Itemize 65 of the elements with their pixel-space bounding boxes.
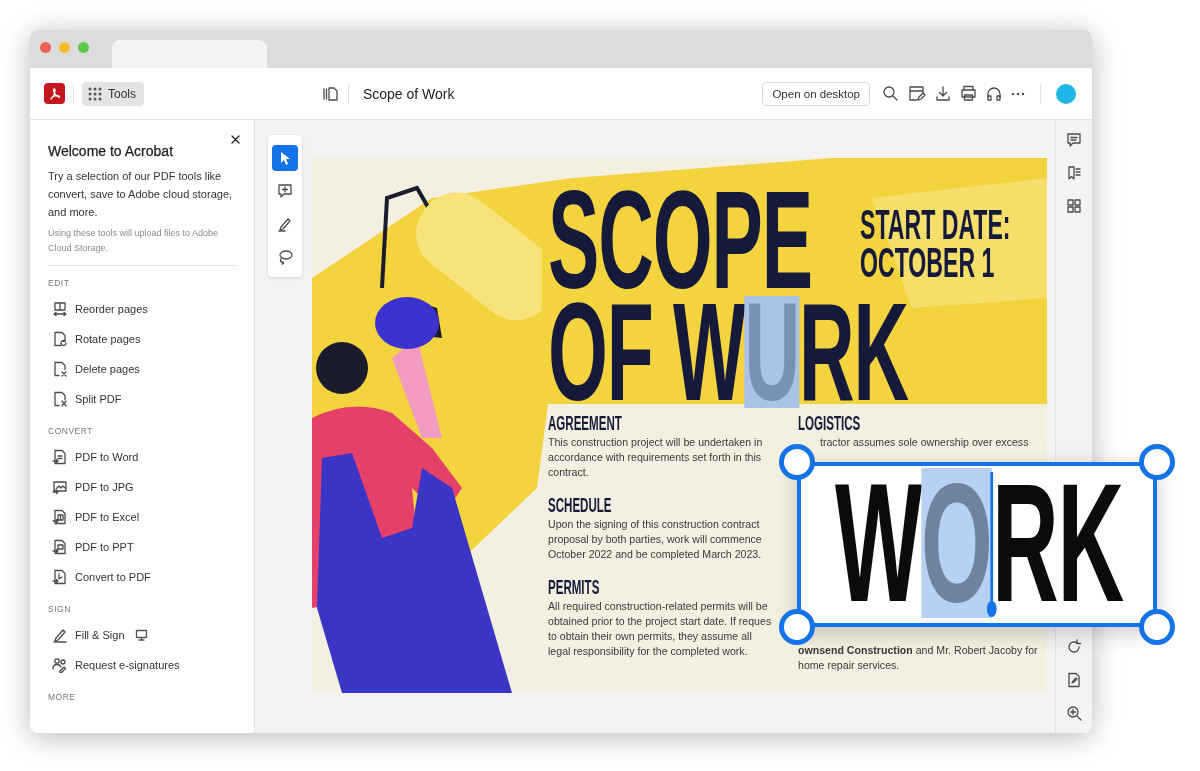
document-edit-icon[interactable] xyxy=(908,85,926,102)
page-export-icon xyxy=(52,449,68,465)
grid-icon xyxy=(88,86,102,101)
tool-list-item[interactable]: Delete pages xyxy=(48,354,140,384)
bookmark-list-icon[interactable] xyxy=(1066,165,1082,181)
section-text: This construction project will be undertaken in accordance with requirements set forth in this contract. xyxy=(548,435,764,480)
section-label: MORE xyxy=(48,692,76,702)
grid-view-icon[interactable] xyxy=(1066,198,1082,214)
comment-icon[interactable] xyxy=(1066,132,1082,148)
section-text: Upon the signing of this construction contract proposal by both parties, work will commence October 2022 and be completed March 2023. xyxy=(548,517,763,562)
tool-list-item[interactable]: Rotate pages xyxy=(48,324,141,354)
start-date-heading: START DATE: OCTOBER 1 xyxy=(860,206,1011,282)
tool-list-item[interactable]: Request e-signatures xyxy=(48,650,180,680)
zoom-text: WORK xyxy=(835,468,1124,618)
page-rotate-icon xyxy=(52,331,68,347)
section-heading: SCHEDULE xyxy=(548,494,612,516)
tool-list-item[interactable]: PDF to PPT xyxy=(48,532,134,562)
page-arrows-icon xyxy=(52,301,68,317)
zoom-in-icon[interactable] xyxy=(1066,705,1082,721)
section-text: All required construction-related permits will be obtained prior to the project start date. If reques to obtain their own permits, they assume all legal responsibility for the completed work. xyxy=(548,599,773,659)
panel-description: Try a selection of our PDF tools like convert, save to Adobe cloud storage, and more. xyxy=(48,169,234,220)
close-icon[interactable] xyxy=(231,135,240,144)
section-heading: PERMITS xyxy=(548,576,600,598)
pen-sign-icon xyxy=(52,627,68,643)
search-icon[interactable] xyxy=(882,85,899,102)
rotate-icon[interactable] xyxy=(1066,639,1082,655)
section-heading: LOGISTICS xyxy=(798,412,861,434)
tool-list-item[interactable]: Split PDF xyxy=(48,384,122,414)
image-export-icon xyxy=(52,479,68,495)
tool-list-item[interactable]: Convert to PDF xyxy=(48,562,151,592)
resize-handle[interactable] xyxy=(1139,609,1175,645)
comment-add-icon xyxy=(277,183,293,199)
slide-export-icon xyxy=(52,539,68,555)
tool-list-item[interactable]: Fill & Sign xyxy=(48,620,148,650)
tool-list-item[interactable]: PDF to Word xyxy=(48,442,139,472)
more-icon[interactable] xyxy=(1011,91,1025,96)
open-on-desktop-button[interactable]: Open on desktop xyxy=(762,81,870,106)
upload-note: Using these tools will upload files to Adobe Cloud Storage. xyxy=(48,227,220,255)
document-title: Scope of Work xyxy=(362,85,455,102)
download-icon[interactable] xyxy=(935,85,951,102)
tools-button[interactable]: Tools xyxy=(82,81,144,106)
page-thumbnails-icon[interactable] xyxy=(321,85,338,102)
sheet-export-icon xyxy=(52,509,68,525)
section-heading: AGREEMENT xyxy=(548,412,622,434)
highlighter-icon xyxy=(277,216,293,232)
print-icon[interactable] xyxy=(960,85,977,102)
people-sign-icon xyxy=(52,657,68,673)
section-text: tractor assumes sole ownership over excess xyxy=(819,435,1030,450)
resize-handle[interactable] xyxy=(1139,444,1175,480)
headphones-icon[interactable] xyxy=(986,85,1002,102)
page-split-icon xyxy=(52,391,68,407)
tool-list-item[interactable]: PDF to JPG xyxy=(48,472,134,502)
page-delete-icon xyxy=(52,361,68,377)
acrobat-logo-icon[interactable] xyxy=(44,83,65,104)
tool-list-item[interactable]: PDF to Excel xyxy=(48,502,140,532)
lasso-icon xyxy=(277,249,293,265)
page-convert-icon xyxy=(52,569,68,585)
section-label: SIGN xyxy=(48,604,71,614)
panel-title: Welcome to Acrobat xyxy=(48,143,175,159)
section-label: EDIT xyxy=(48,278,70,288)
tool-list-item[interactable]: Reorder pages xyxy=(48,294,148,324)
section-text: ownsend Construction and Mr. Robert Jacoby for home repair services. xyxy=(798,643,1039,673)
page-edit-icon[interactable] xyxy=(1066,672,1082,688)
pointer-tool-button[interactable] xyxy=(272,145,298,171)
section-label: CONVERT xyxy=(48,426,93,436)
